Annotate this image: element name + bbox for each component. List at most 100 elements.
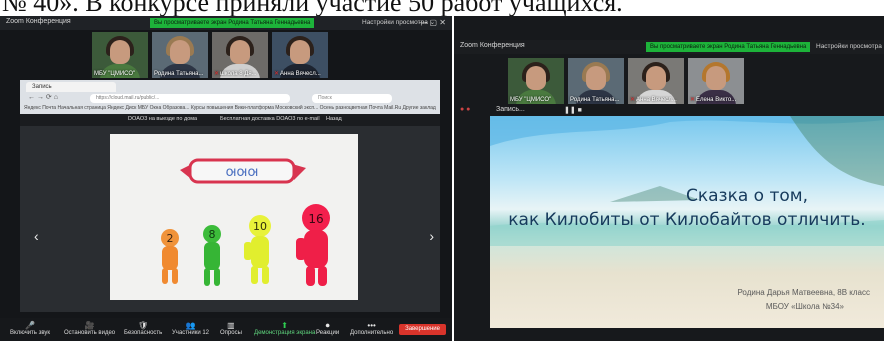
figure-body <box>304 230 328 268</box>
participant-name: ✕Анна Вячесл... <box>274 70 321 77</box>
polls-button[interactable]: ▥ Опросы <box>220 321 242 336</box>
mic-muted-icon: ✕ <box>274 71 280 77</box>
camera-icon: 🎥 <box>84 321 95 330</box>
palm-leaves <box>790 116 884 186</box>
screen-share-banner: Вы просматриваете экран Родина Татьяна Г… <box>150 18 315 28</box>
participant-tile[interactable]: МБУ "ЦМИСО" <box>92 32 148 78</box>
participant-name: ✕школа 8 Дя... <box>214 70 257 77</box>
participant-strip: МБУ "ЦМИСО" Родина Татьяна... ✕Анна Вяче… <box>508 58 744 104</box>
figure-number: 2 <box>167 232 174 245</box>
recording-label: Запись... <box>496 106 525 113</box>
participant-face <box>706 66 726 90</box>
mic-muted-icon: ✕ <box>690 97 696 103</box>
page-header-mid[interactable]: Бесплатная доставка DOAO3 по е-mail <box>220 116 320 122</box>
participant-name-text: Елена Викто... <box>696 97 737 103</box>
participant-tile[interactable]: ✕школа 8 Дя... <box>212 32 268 78</box>
figure-leg <box>262 266 269 284</box>
participant-tile[interactable]: ✕Елена Викто... <box>688 58 744 104</box>
control-label: Участники 12 <box>172 330 210 336</box>
figure-body <box>251 236 269 268</box>
browser-search-input[interactable]: Поиск <box>312 94 392 103</box>
figure-number: 16 <box>308 212 323 226</box>
participant-name: МБУ "ЦМИСО" <box>510 97 552 103</box>
browser-chrome: Запись ← → ⟳ ⌂ https://cloud.mail.ru/pub… <box>20 80 440 114</box>
mic-muted-icon: ✕ <box>214 71 220 77</box>
page-header-left[interactable]: DOAO3 на выезде по дома <box>128 116 197 122</box>
participant-tile[interactable]: МБУ "ЦМИСО" <box>508 58 564 104</box>
browser-tab[interactable]: Запись <box>26 82 116 92</box>
security-button[interactable]: 🛡 Безопасность <box>124 321 162 336</box>
control-label: Демонстрация экрана <box>254 330 316 336</box>
browser-nav-icons[interactable]: ← → ⟳ ⌂ <box>28 93 58 101</box>
window-title: Zoom Конференция <box>460 42 525 49</box>
figure-body <box>204 242 220 270</box>
reactions-button[interactable]: ⏺ Реакции <box>316 321 339 336</box>
slide-school: МБОУ «Школа №34» <box>765 302 844 311</box>
participant-name: ✕Елена Викто... <box>690 96 736 103</box>
participant-face <box>290 40 310 64</box>
zoom-title-bar: Zoom Конференция Вы просматриваете экран… <box>0 16 452 30</box>
participant-name: Родина Татьяна... <box>570 97 620 103</box>
more-icon: ••• <box>367 321 376 330</box>
participant-name-text: Анна Вячесл... <box>280 71 321 77</box>
figure-leg <box>214 268 220 286</box>
zoom-toolbar: 🎤 Включить звук 🎥 Остановить видео 🛡 Безопа… <box>0 318 452 341</box>
screen-share-banner: Вы просматриваете экран Родина Татьяна Г… <box>646 42 811 52</box>
participant-tile[interactable]: ✕Анна Вячесл... <box>272 32 328 78</box>
participant-face <box>646 66 666 90</box>
participant-name-text: школа 8 Дя... <box>220 71 257 77</box>
zoom-title-bar: Zoom Конференция Вы просматриваете экран… <box>454 40 884 54</box>
plasticine-slide: ꙕꙕꙕ 2 8 10 16 <box>110 134 358 300</box>
participant-face <box>526 66 546 90</box>
participant-tile[interactable]: Родина Татьяна... <box>568 58 624 104</box>
figure-leg <box>172 268 178 284</box>
window-controls[interactable]: — ▢ ✕ <box>419 18 446 27</box>
mic-muted-icon: ✕ <box>630 97 636 103</box>
participant-face <box>110 40 130 64</box>
view-options-button[interactable]: Настройки просмотра ⌄ <box>816 42 884 50</box>
control-label: Опросы <box>220 330 242 336</box>
microphone-icon: 🎤 <box>25 321 35 330</box>
stop-video-button[interactable]: 🎥 Остановить видео <box>64 321 115 336</box>
participant-name: МБУ "ЦМИСО" <box>94 71 136 77</box>
plasticine-artwork: ꙕꙕꙕ 2 8 10 16 <box>161 158 330 286</box>
figure-leg <box>306 266 315 286</box>
share-screen-button[interactable]: ⬆ Демонстрация экрана <box>254 321 315 336</box>
participant-strip: МБУ "ЦМИСО" Родина Татьяна... ✕школа 8 Д… <box>92 32 328 78</box>
recording-controls-icon[interactable]: ❚❚ ■ <box>564 106 582 114</box>
participants-button[interactable]: 👥 Участники 12 <box>172 321 209 336</box>
figure-body <box>162 246 178 270</box>
participant-tile[interactable]: Родина Татьяна... <box>152 32 208 78</box>
polls-icon: ▥ <box>227 321 235 330</box>
participant-name: ✕Анна Вячесл... <box>630 96 677 103</box>
slide-author: Родина Дарья Матвеевна, 8В класс <box>737 288 870 297</box>
bookmarks-bar[interactable]: Яндекс Почта Начальная страница Яндекс Д… <box>24 105 436 113</box>
address-bar[interactable]: https://cloud.mail.ru/public/... <box>90 94 290 103</box>
shared-screen: Запись ← → ⟳ ⌂ https://cloud.mail.ru/pub… <box>20 80 440 312</box>
participant-tile[interactable]: ✕Анна Вячесл... <box>628 58 684 104</box>
record-icon[interactable]: ● ● <box>460 106 470 113</box>
figure-number: 10 <box>253 220 267 233</box>
participant-name: Родина Татьяна... <box>154 71 204 77</box>
participants-icon: 👥 <box>185 321 196 330</box>
slide-title-line-1: Сказка о том, <box>685 186 809 206</box>
page-header-right[interactable]: Назад <box>326 116 342 122</box>
control-label: Дополнительно <box>350 330 394 336</box>
unmute-button[interactable]: 🎤 Включить звук <box>10 321 50 336</box>
participant-face <box>586 66 606 90</box>
more-button[interactable]: ••• Дополнительно <box>350 321 393 336</box>
shield-icon: 🛡 <box>138 321 149 330</box>
participant-face <box>170 40 190 64</box>
end-meeting-button[interactable]: Завершение <box>399 324 446 335</box>
window-title: Zoom Конференция <box>6 18 71 25</box>
prev-arrow-icon[interactable]: ‹ <box>34 228 39 244</box>
reactions-icon: ⏺ <box>325 321 330 330</box>
control-label: Включить звук <box>10 330 51 336</box>
next-arrow-icon[interactable]: › <box>429 228 434 244</box>
photo-zoom-meeting-right: Zoom Конференция Вы просматриваете экран… <box>454 16 884 341</box>
ribbon-text: ꙕꙕꙕ <box>226 165 259 180</box>
figure-leg <box>318 266 327 286</box>
figure-leg <box>204 268 210 286</box>
figure-arm <box>296 238 306 260</box>
control-label: Безопасность <box>124 330 163 336</box>
